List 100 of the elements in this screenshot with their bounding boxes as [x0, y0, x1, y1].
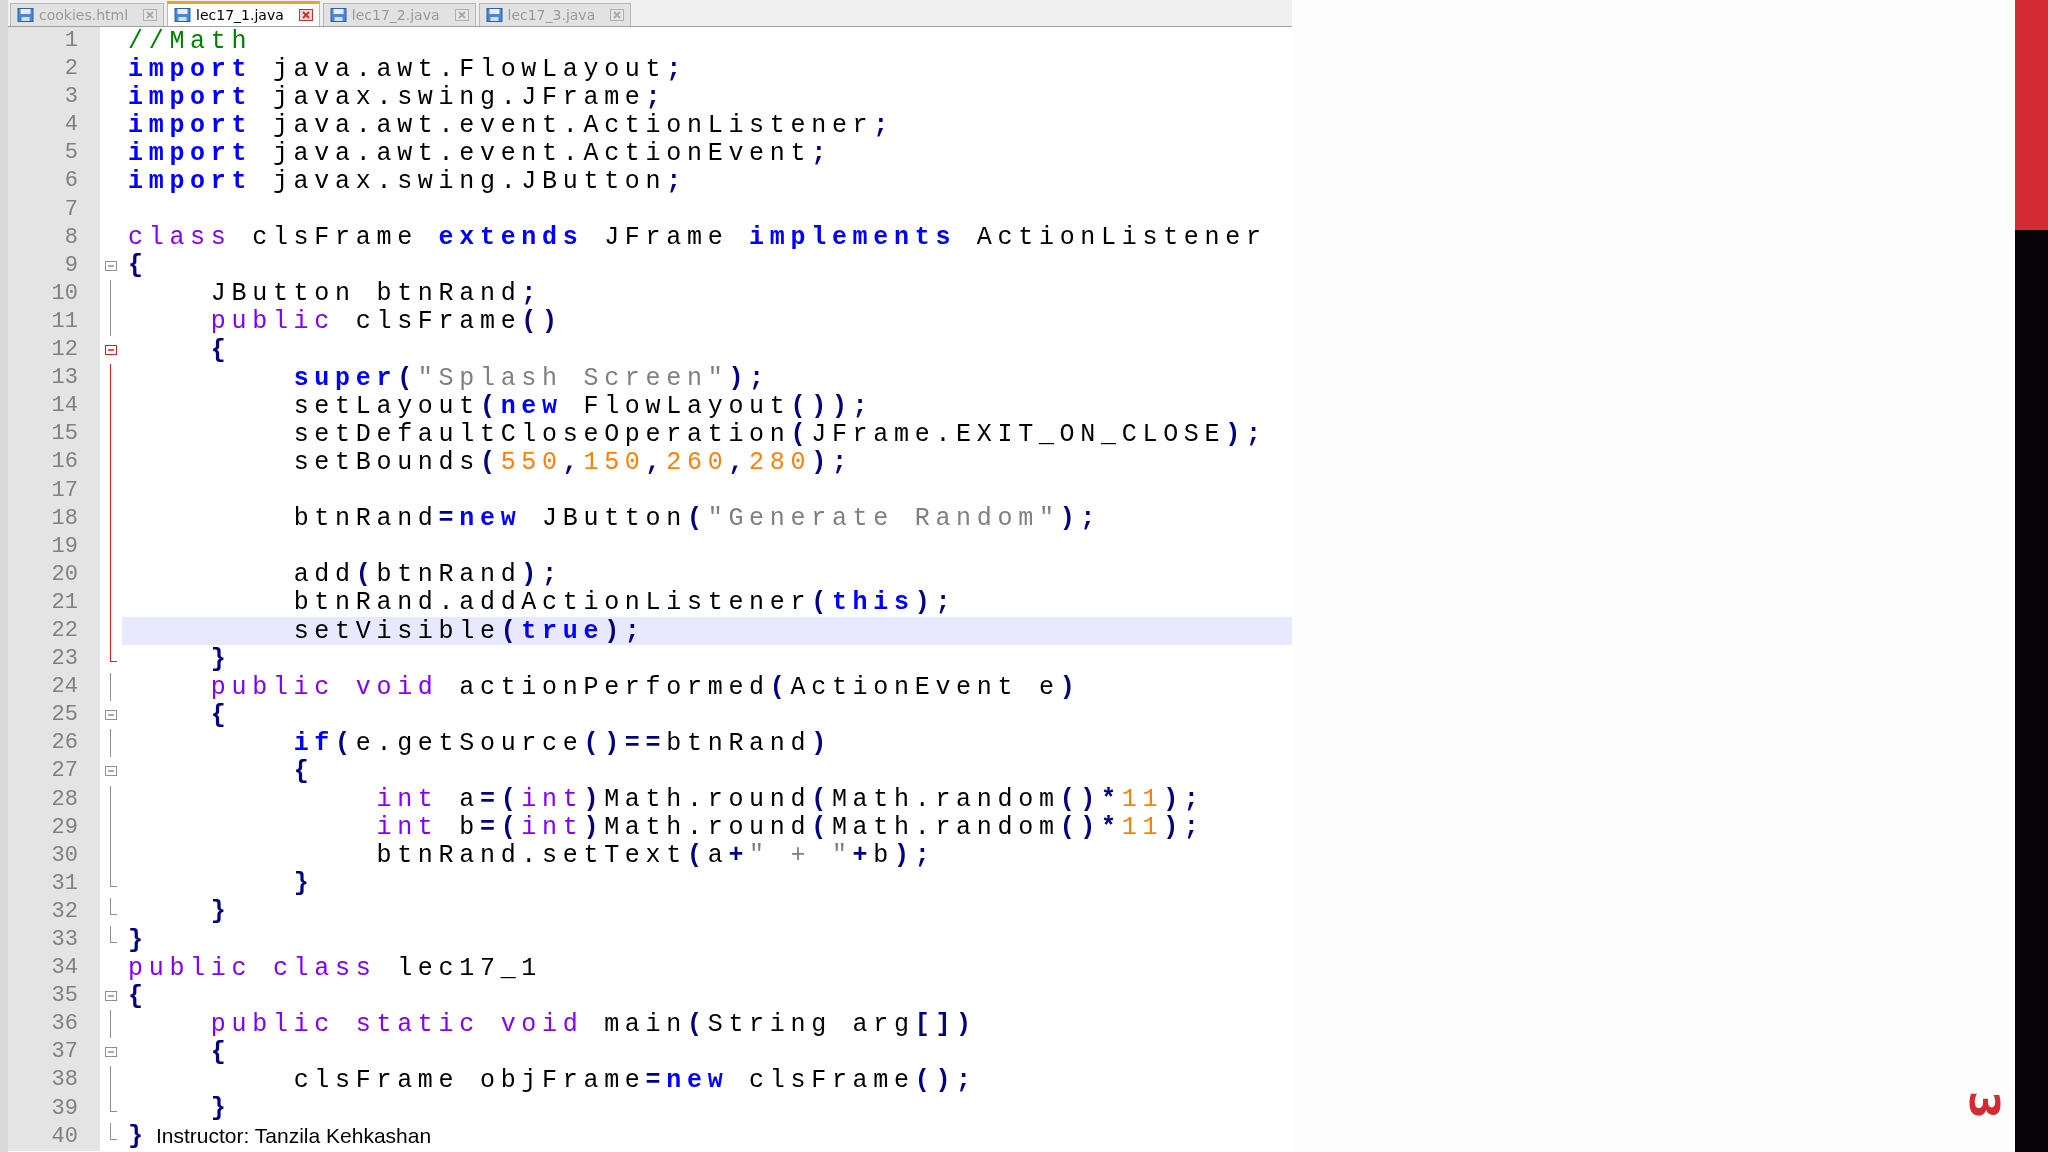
code-keyword: import: [128, 54, 253, 84]
code-keyword: new: [459, 504, 522, 534]
file-icon: [17, 8, 34, 22]
line-number: 20: [8, 560, 100, 589]
code-number: 550: [500, 447, 563, 477]
line-number: 34: [8, 954, 100, 983]
fold-toggle-icon[interactable]: [105, 345, 117, 356]
line-number: 13: [8, 364, 100, 393]
code-text: btnRand: [376, 560, 522, 590]
code-operator: {: [293, 757, 315, 786]
code-operator: (: [397, 363, 418, 393]
code-string: "Splash Screen": [417, 363, 729, 393]
fold-toggle-icon[interactable]: [105, 766, 117, 777]
code-text: clsFrame: [749, 1066, 915, 1095]
code-operator: );: [1225, 419, 1267, 449]
file-icon: [174, 8, 192, 22]
code-text: java.awt.event.ActionEvent: [272, 138, 812, 168]
code-operator: (: [790, 419, 812, 449]
code-operator: (: [479, 447, 501, 477]
code-number: 280: [749, 447, 812, 477]
tab-label: lec17_3.java: [507, 7, 596, 23]
code-type: int: [521, 785, 584, 815]
line-number: 2: [8, 55, 100, 84]
line-number: 17: [8, 476, 100, 505]
code-operator: (): [521, 307, 563, 337]
code-operator: ;: [666, 54, 687, 84]
code-text: btnRand.setText: [376, 841, 687, 871]
code-keyword: import: [128, 82, 253, 112]
fold-toggle-icon[interactable]: [105, 991, 117, 1002]
line-number: 36: [8, 1010, 100, 1039]
code-operator: (: [687, 1009, 708, 1039]
code-operator: =: [438, 504, 460, 534]
code-operator: (: [687, 504, 708, 534]
line-number: 1: [8, 27, 100, 56]
close-icon[interactable]: [298, 9, 313, 21]
code-text: actionPerformed: [459, 672, 770, 702]
code-text: btnRand.addActionListener: [293, 588, 812, 618]
code-text: b: [459, 813, 480, 843]
fold-toggle-icon[interactable]: [105, 710, 117, 721]
line-number: 26: [8, 729, 100, 758]
code-string: "Generate Random": [707, 504, 1060, 534]
line-number: 31: [8, 869, 100, 898]
code-text: lec17_1: [397, 953, 543, 983]
line-number: 38: [8, 1066, 100, 1095]
code-operator: ()==: [583, 728, 667, 758]
line-number: 10: [8, 279, 100, 308]
line-number: 5: [8, 139, 100, 168]
code-operator: ();: [914, 1066, 977, 1095]
line-number: 11: [8, 307, 100, 337]
code-operator: =(: [479, 785, 522, 815]
file-tab[interactable]: cookies.html: [10, 3, 165, 26]
file-tab[interactable]: lec17_1.java: [167, 1, 320, 26]
code-operator: {: [128, 981, 149, 1011]
code-text: setDefaultCloseOperation: [293, 419, 791, 449]
code-text: ActionListener: [976, 223, 1267, 253]
code-text: JButton btnRand: [210, 279, 522, 309]
code-operator: =: [645, 1066, 667, 1095]
line-number: 7: [8, 195, 100, 224]
code-operator: ()*: [1059, 813, 1122, 843]
code-operator: }: [128, 925, 149, 955]
code-keyword: super: [293, 363, 398, 393]
code-operator: }: [293, 869, 315, 899]
code-operator: ;: [645, 82, 667, 112]
file-tab[interactable]: lec17_2.java: [322, 3, 476, 26]
code-keyword: import: [128, 110, 253, 140]
code-keyword: this: [831, 588, 915, 618]
code-string: " + ": [749, 841, 853, 871]
line-number: 3: [8, 83, 100, 112]
code-type: public void: [210, 672, 439, 702]
line-number: 33: [8, 926, 100, 955]
code-operator: ): [583, 813, 605, 843]
code-text: btnRand: [666, 728, 812, 758]
code-operator: (: [500, 616, 522, 646]
code-text: Math.round: [604, 785, 812, 815]
code-operator: ()*: [1059, 785, 1122, 815]
code-comment: //Math: [128, 26, 253, 56]
line-number: 21: [8, 588, 100, 617]
code-text: clsFrame: [252, 223, 419, 253]
line-number: 19: [8, 532, 100, 561]
code-operator: );: [811, 447, 853, 477]
code-text: java.awt.FlowLayout: [272, 54, 667, 84]
line-number: 35: [8, 982, 100, 1011]
code-text: ActionEvent e: [790, 672, 1060, 702]
code-number: 260: [666, 447, 729, 477]
code-operator: +: [728, 841, 750, 871]
code-operator: ): [583, 785, 605, 815]
file-tab[interactable]: lec17_3.java: [478, 3, 632, 26]
file-icon: [485, 8, 503, 22]
code-text: b: [873, 841, 894, 871]
code-text: a: [459, 785, 480, 815]
code-operator: (: [769, 672, 791, 702]
fold-toggle-icon[interactable]: [105, 1047, 117, 1058]
fold-toggle-icon[interactable]: [105, 260, 117, 271]
tab-label: lec17_1.java: [196, 7, 284, 23]
code-text: FlowLayout: [583, 391, 791, 421]
code-text: add: [293, 560, 356, 590]
line-number: 15: [8, 420, 100, 449]
code-keyword: import: [128, 167, 253, 196]
code-keyword: new: [666, 1066, 729, 1095]
line-number: 25: [8, 701, 100, 730]
